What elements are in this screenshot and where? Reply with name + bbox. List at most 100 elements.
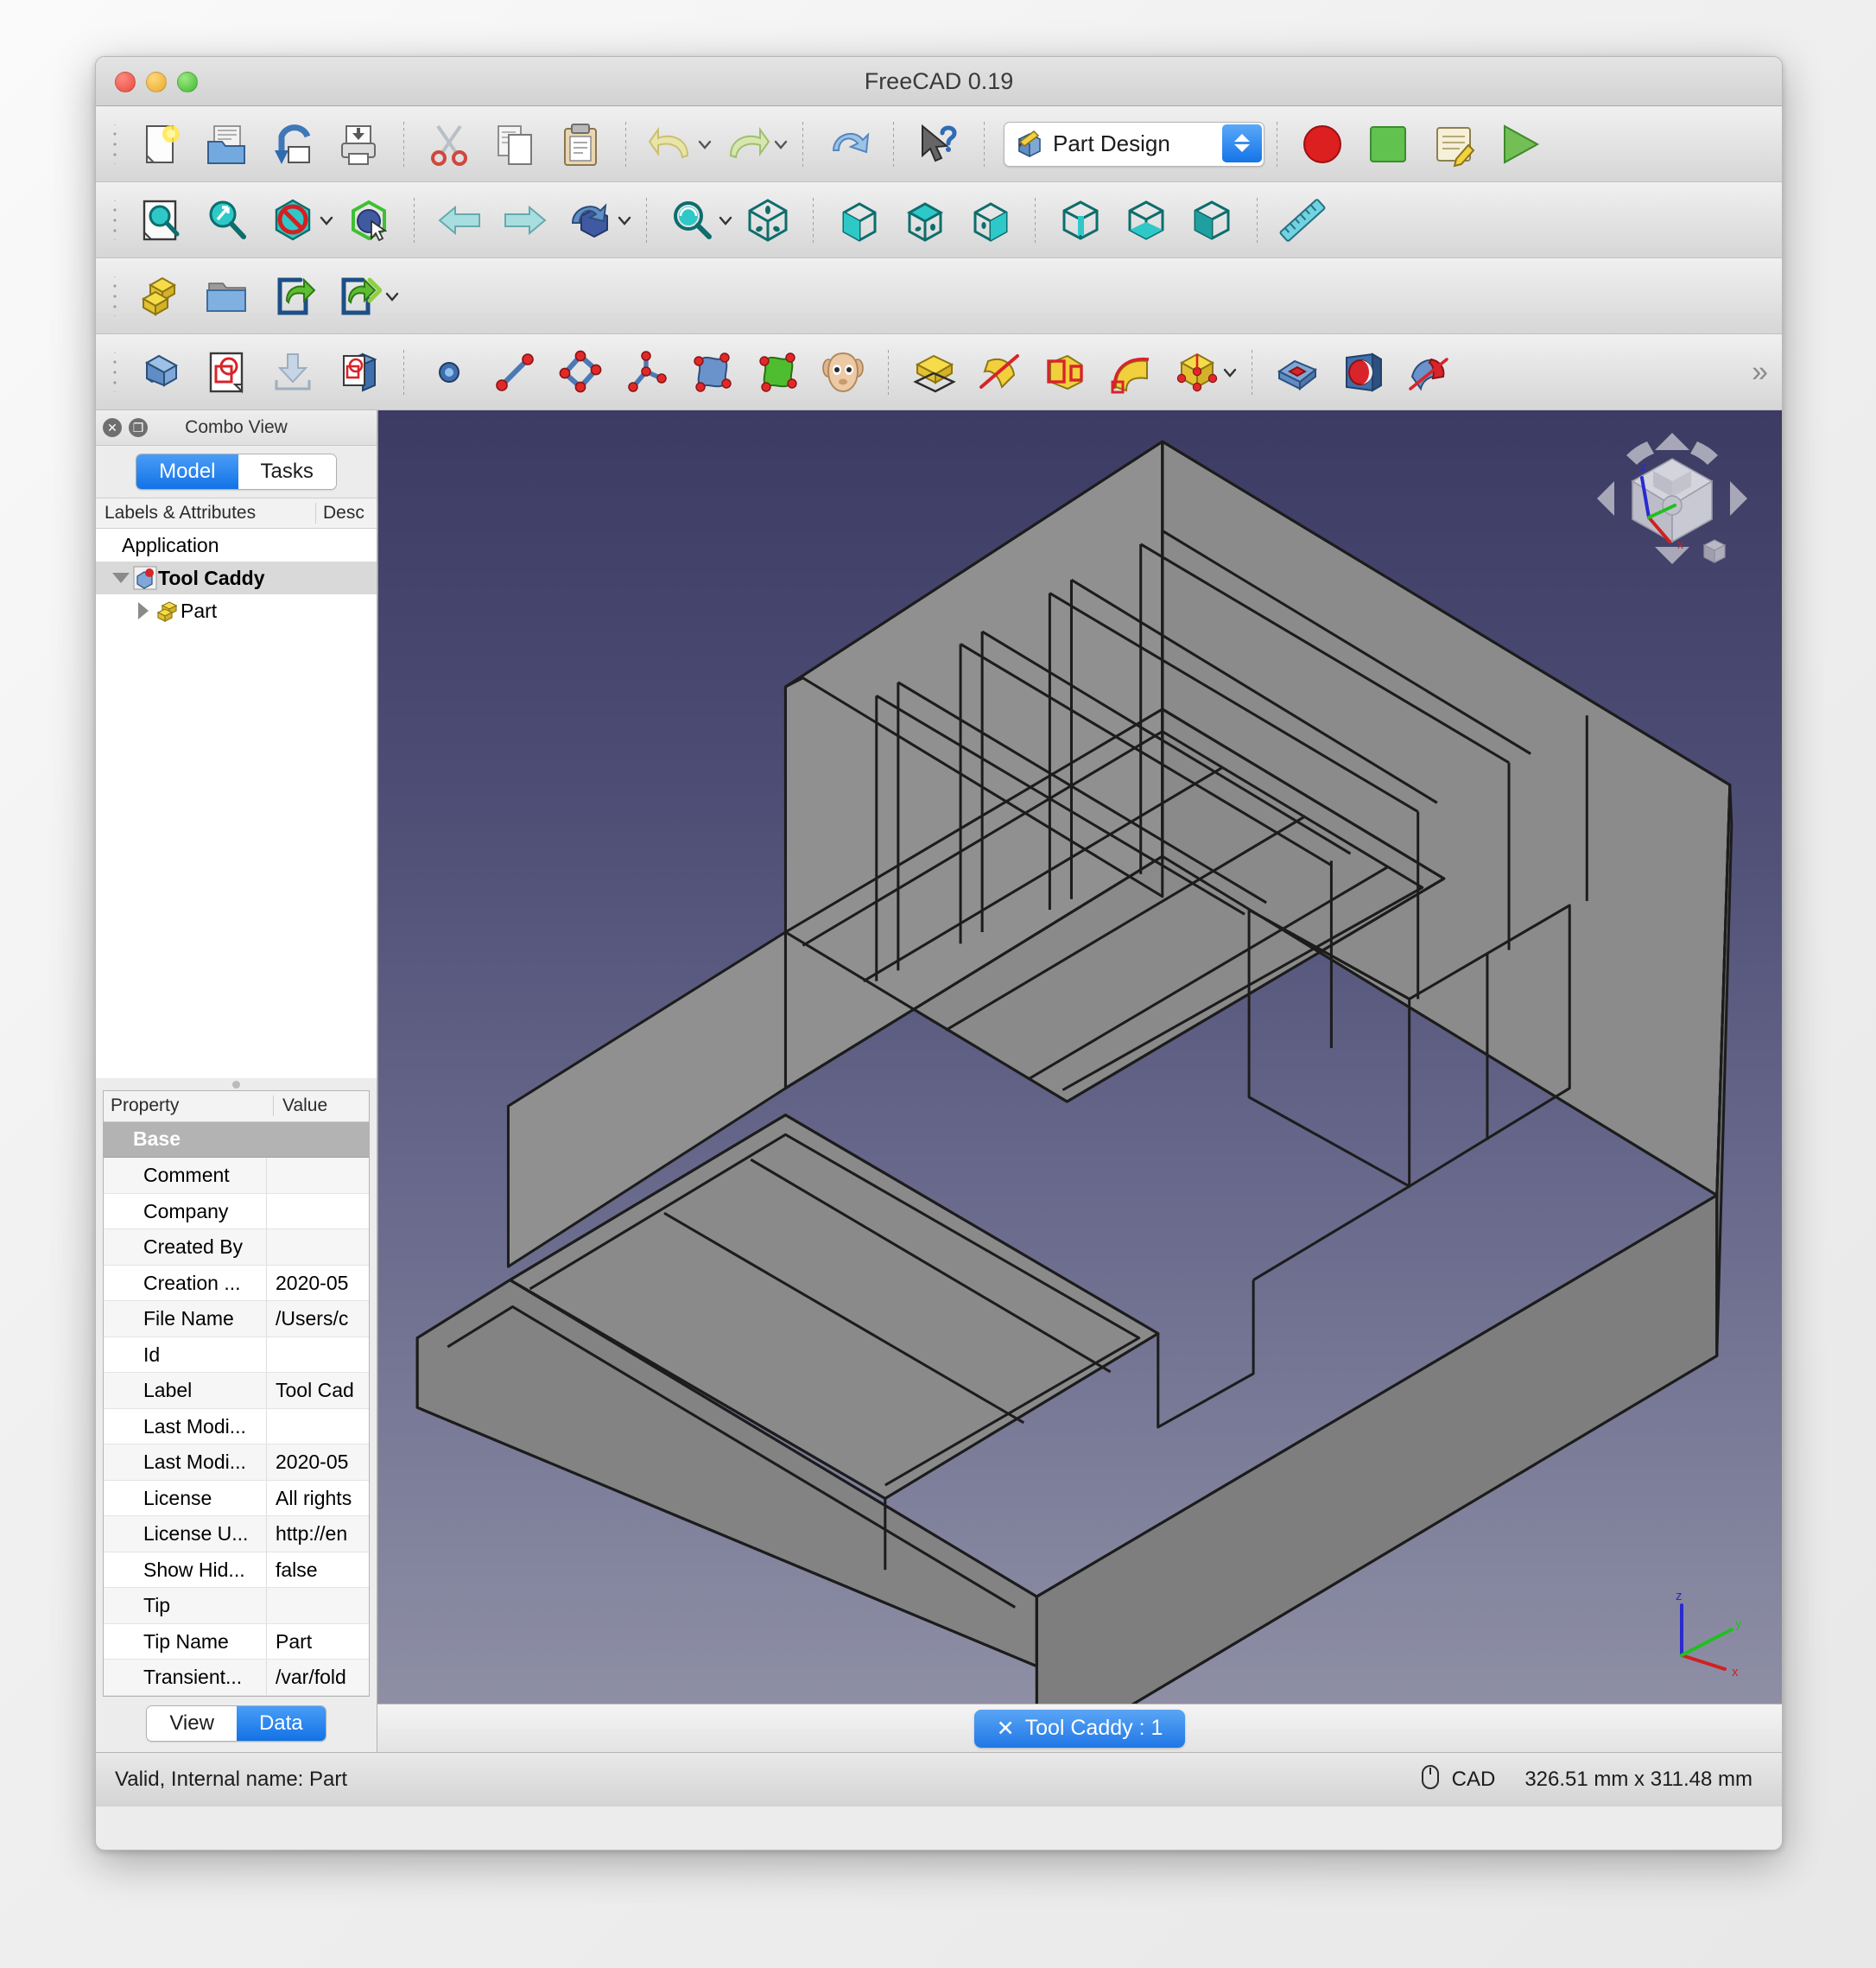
property-row[interactable]: Creation ... 2020-05	[104, 1265, 369, 1302]
create-plane-button[interactable]	[554, 346, 607, 399]
make-sub-link-button[interactable]	[332, 270, 385, 323]
view-zoom-dropdown[interactable]	[718, 194, 733, 247]
property-row[interactable]: Transient... /var/fold	[104, 1660, 369, 1696]
redo-dropdown[interactable]	[773, 117, 789, 171]
navigation-style-label[interactable]: CAD	[1452, 1768, 1496, 1792]
tree-item-part[interactable]: Part	[96, 594, 377, 627]
pocket-button[interactable]	[1271, 346, 1324, 399]
redo-button[interactable]	[720, 117, 774, 171]
view-rear-button[interactable]	[1054, 194, 1107, 247]
toolbar-overflow-button[interactable]: »	[1752, 355, 1768, 389]
make-link-dropdown[interactable]	[384, 270, 400, 323]
validate-sketch-button[interactable]	[332, 346, 385, 399]
view-top-button[interactable]	[897, 194, 951, 247]
view-forward-button[interactable]	[498, 194, 552, 247]
save-document-button[interactable]	[266, 117, 320, 171]
close-x-icon[interactable]: ✕	[997, 1716, 1015, 1742]
macro-record-button[interactable]	[1296, 117, 1349, 171]
whats-this-button[interactable]	[912, 117, 966, 171]
document-tab[interactable]: ✕ Tool Caddy : 1	[973, 1709, 1186, 1748]
axis-label-z: z	[1640, 460, 1646, 473]
refresh-button[interactable]	[821, 117, 875, 171]
box-selection-button[interactable]	[342, 194, 396, 247]
panel-splitter[interactable]	[96, 1078, 377, 1090]
expander-down[interactable]	[110, 573, 132, 583]
groove-button[interactable]	[1402, 346, 1455, 399]
property-row[interactable]: Tip Name Part	[104, 1623, 369, 1660]
additive-primitive-button[interactable]	[1169, 346, 1223, 399]
property-row[interactable]: Label Tool Cad	[104, 1373, 369, 1409]
view-right-button[interactable]	[963, 194, 1017, 247]
3d-canvas[interactable]: z x z y x	[377, 410, 1782, 1704]
workbench-stepper[interactable]	[1222, 124, 1262, 162]
draw-style-button[interactable]	[266, 194, 320, 247]
toolbar-grip[interactable]	[111, 124, 118, 164]
property-row[interactable]: File Name /Users/c	[104, 1301, 369, 1337]
tab-data[interactable]: Data	[236, 1706, 326, 1741]
draw-style-dropdown[interactable]	[319, 194, 334, 247]
open-document-button[interactable]	[200, 117, 254, 171]
create-sketch-button[interactable]	[200, 346, 254, 399]
navigation-cube[interactable]: z x	[1590, 421, 1754, 576]
property-row[interactable]: License U... http://en	[104, 1516, 369, 1552]
property-row[interactable]: Company	[104, 1193, 369, 1230]
model-tree[interactable]: Application Tool Caddy Part	[96, 529, 377, 1078]
property-row[interactable]: Last Modi...	[104, 1408, 369, 1445]
macros-button[interactable]	[1427, 117, 1480, 171]
create-line-button[interactable]	[488, 346, 542, 399]
paste-button[interactable]	[554, 117, 607, 171]
expander-right[interactable]	[132, 602, 155, 619]
undo-button[interactable]	[644, 117, 698, 171]
make-link-button[interactable]	[266, 270, 320, 323]
toolbar-grip[interactable]	[111, 276, 118, 316]
copy-button[interactable]	[488, 117, 542, 171]
tab-tasks[interactable]: Tasks	[238, 454, 336, 489]
cut-button[interactable]	[422, 117, 476, 171]
tab-model[interactable]: Model	[136, 454, 238, 489]
revolution-button[interactable]	[973, 346, 1026, 399]
pad-button[interactable]	[907, 346, 960, 399]
axonometric-button[interactable]	[564, 194, 618, 247]
sub-shape-binder-button[interactable]	[751, 346, 804, 399]
tab-view[interactable]: View	[147, 1706, 237, 1741]
create-local-cs-button[interactable]	[619, 346, 673, 399]
shape-binder-button[interactable]	[685, 346, 738, 399]
create-part-button[interactable]	[135, 270, 188, 323]
attach-sketch-button[interactable]	[266, 346, 320, 399]
create-point-button[interactable]	[422, 346, 476, 399]
tree-item-application[interactable]: Application	[96, 529, 377, 562]
property-row[interactable]: Comment	[104, 1158, 369, 1194]
view-bottom-button[interactable]	[1119, 194, 1173, 247]
clone-object-button[interactable]	[816, 346, 870, 399]
additive-loft-button[interactable]	[1038, 346, 1092, 399]
execute-macro-button[interactable]	[1493, 117, 1546, 171]
view-back-button[interactable]	[433, 194, 486, 247]
measure-button[interactable]	[1276, 194, 1329, 247]
additive-pipe-button[interactable]	[1104, 346, 1157, 399]
print-document-button[interactable]	[332, 117, 385, 171]
additive-primitive-dropdown[interactable]	[1222, 346, 1238, 399]
fit-all-button[interactable]	[135, 194, 188, 247]
tree-item-tool-caddy[interactable]: Tool Caddy	[96, 562, 377, 594]
macro-stop-button[interactable]	[1361, 117, 1415, 171]
property-row[interactable]: Show Hid... false	[104, 1552, 369, 1589]
workbench-selector[interactable]: Part Design	[1004, 121, 1264, 167]
property-row[interactable]: Created By	[104, 1229, 369, 1266]
view-left-button[interactable]	[1185, 194, 1239, 247]
property-row[interactable]: Last Modi... 2020-05	[104, 1444, 369, 1481]
new-document-button[interactable]	[135, 117, 188, 171]
fit-selection-button[interactable]	[200, 194, 254, 247]
view-zoom-button[interactable]	[665, 194, 719, 247]
axonometric-dropdown[interactable]	[617, 194, 632, 247]
undo-dropdown[interactable]	[697, 117, 713, 171]
create-group-button[interactable]	[200, 270, 254, 323]
toolbar-grip[interactable]	[111, 200, 118, 240]
property-row[interactable]: Id	[104, 1336, 369, 1374]
view-isometric-button[interactable]	[741, 194, 795, 247]
view-front-button[interactable]	[832, 194, 885, 247]
property-row[interactable]: License All rights	[104, 1480, 369, 1517]
hole-button[interactable]	[1336, 346, 1390, 399]
property-row[interactable]: Tip	[104, 1588, 369, 1624]
toolbar-grip[interactable]	[111, 352, 118, 392]
create-body-button[interactable]	[135, 346, 188, 399]
